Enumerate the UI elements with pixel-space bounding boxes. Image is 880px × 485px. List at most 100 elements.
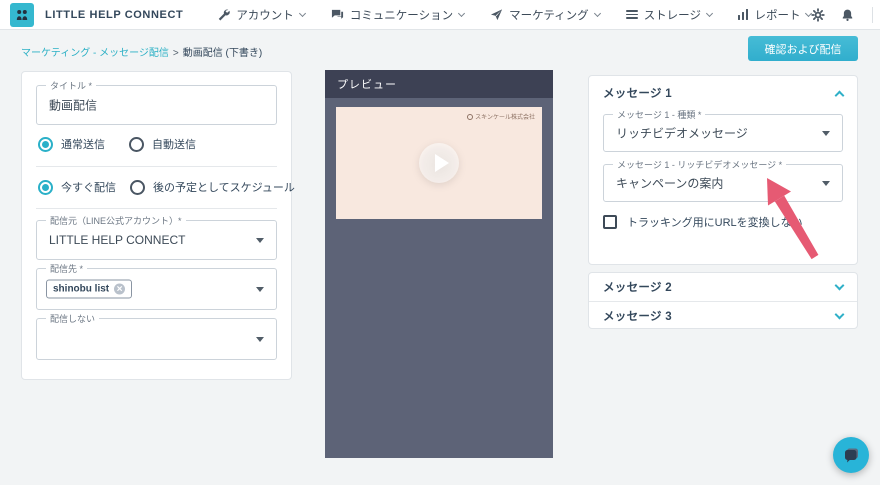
breadcrumb-link[interactable]: マーケティング - メッセージ配信 (21, 48, 169, 59)
play-button[interactable] (419, 143, 459, 183)
brand-name: LITTLE HELP CONNECT (45, 9, 183, 21)
chevron-down-icon[interactable] (835, 309, 845, 319)
preview-panel: プレビュー スキンケール株式会社 (325, 70, 553, 458)
radio-auto-send[interactable]: 自動送信 (129, 136, 196, 152)
storage-list-icon (626, 10, 638, 19)
message1-type-select[interactable]: メッセージ 1 - 種類 * リッチビデオメッセージ (603, 114, 843, 152)
badge-logo-icon (467, 114, 473, 120)
exclude-select-label: 配信しない (46, 312, 99, 325)
close-icon[interactable]: ✕ (114, 284, 125, 295)
message1-title: メッセージ 1 (603, 85, 672, 101)
play-icon (435, 154, 449, 172)
report-chart-icon (738, 9, 749, 20)
chevron-up-icon[interactable] (835, 90, 845, 100)
nav-item-storage[interactable]: ストレージ (626, 7, 712, 23)
title-field[interactable]: タイトル * 動画配信 (36, 85, 277, 125)
recipient-select[interactable]: 配信先 * shinobu list ✕ (36, 268, 277, 310)
timing-radio-group: 今すぐ配信 後の予定としてスケジュール (38, 179, 295, 195)
tracking-checkbox-row[interactable]: トラッキング用にURLを変換しない (603, 214, 803, 230)
confirm-and-send-button[interactable]: 確認および配信 (748, 36, 858, 61)
preview-title: プレビュー (337, 76, 397, 92)
chat-bubble-icon (331, 8, 344, 21)
radio-unselected-icon (130, 180, 145, 195)
checkbox-unchecked-icon[interactable] (603, 215, 617, 229)
title-field-value: 動画配信 (49, 97, 97, 114)
tracking-checkbox-label: トラッキング用にURLを変換しない (627, 214, 803, 230)
recipient-chip-label: shinobu list (53, 284, 109, 295)
chevron-down-icon[interactable] (835, 280, 845, 290)
nav-item-report[interactable]: レポート (738, 7, 812, 23)
message1-content-label: メッセージ 1 - リッチビデオメッセージ * (613, 158, 786, 171)
caret-down-icon (256, 337, 264, 342)
radio-normal-send[interactable]: 通常送信 (38, 136, 105, 152)
video-overlay-badge: スキンケール株式会社 (467, 112, 535, 121)
message1-card: メッセージ 1 メッセージ 1 - 種類 * リッチビデオメッセージ メッセージ… (588, 75, 858, 265)
bell-icon (841, 8, 854, 22)
nav-item-label: レポート (754, 7, 800, 23)
sender-select-value: LITTLE HELP CONNECT (49, 233, 185, 247)
chevron-down-icon (594, 9, 601, 16)
radio-selected-icon (38, 180, 53, 195)
radio-unselected-icon (129, 137, 144, 152)
page: LITTLE HELP CONNECT アカウント コミュニケーション (0, 0, 880, 485)
radio-schedule-later[interactable]: 後の予定としてスケジュール (130, 179, 295, 195)
caret-down-icon (256, 238, 264, 243)
nav-item-label: マーケティング (509, 7, 589, 23)
divider (36, 208, 277, 209)
navbar-right (811, 4, 880, 26)
radio-label: 今すぐ配信 (61, 179, 116, 195)
recipient-chip[interactable]: shinobu list ✕ (46, 280, 132, 299)
brand-logo-icon[interactable] (10, 3, 34, 27)
notifications-button[interactable] (841, 8, 854, 22)
send-type-radio-group: 通常送信 自動送信 (38, 136, 196, 152)
message1-type-label: メッセージ 1 - 種類 * (613, 108, 705, 121)
wrench-icon (217, 8, 230, 21)
nav-item-label: アカウント (236, 7, 294, 23)
navbar-menu: アカウント コミュニケーション マーケティング ストレージ (217, 7, 811, 23)
recipient-select-label: 配信先 * (46, 262, 87, 275)
radio-label: 後の予定としてスケジュール (153, 179, 295, 195)
chevron-down-icon (706, 9, 713, 16)
nav-item-label: コミュニケーション (350, 7, 453, 23)
radio-label: 通常送信 (61, 136, 105, 152)
top-navbar: LITTLE HELP CONNECT アカウント コミュニケーション (0, 0, 880, 30)
breadcrumb: マーケティング - メッセージ配信 > 動画配信 (下書き) (21, 44, 262, 59)
message-list-card: メッセージ 2 メッセージ 3 (588, 272, 858, 329)
caret-down-icon (822, 131, 830, 136)
radio-selected-icon (38, 137, 53, 152)
nav-item-account[interactable]: アカウント (217, 7, 305, 23)
badge-text: スキンケール株式会社 (475, 112, 535, 121)
chevron-down-icon (299, 9, 306, 16)
breadcrumb-current: 動画配信 (下書き) (183, 48, 262, 59)
radio-send-now[interactable]: 今すぐ配信 (38, 179, 116, 195)
chat-widget-icon (841, 445, 861, 465)
settings-button[interactable] (811, 8, 825, 22)
message1-content-select[interactable]: メッセージ 1 - リッチビデオメッセージ * キャンペーンの案内 (603, 164, 843, 202)
message1-content-value: キャンペーンの案内 (616, 175, 723, 192)
message3-title: メッセージ 3 (603, 308, 672, 324)
video-thumbnail[interactable]: スキンケール株式会社 (336, 107, 542, 219)
nav-item-communication[interactable]: コミュニケーション (331, 7, 464, 23)
sender-select[interactable]: 配信元（LINE公式アカウント）* LITTLE HELP CONNECT (36, 220, 277, 260)
navbar-divider (872, 7, 873, 23)
radio-label: 自動送信 (152, 136, 196, 152)
message1-type-value: リッチビデオメッセージ (616, 125, 748, 142)
people-glyph-icon (14, 7, 30, 23)
chevron-down-icon (458, 9, 465, 16)
delivery-settings-card: タイトル * 動画配信 通常送信 自動送信 今すぐ配信 後の予定としてスケジュー… (21, 71, 292, 380)
nav-item-marketing[interactable]: マーケティング (490, 7, 600, 23)
message2-header[interactable]: メッセージ 2 (589, 273, 857, 301)
breadcrumb-separator: > (173, 48, 179, 59)
nav-item-label: ストレージ (644, 7, 701, 23)
caret-down-icon (256, 287, 264, 292)
divider (36, 166, 277, 167)
preview-header: プレビュー (325, 70, 553, 98)
message1-header[interactable]: メッセージ 1 (589, 76, 857, 110)
exclude-select[interactable]: 配信しない (36, 318, 277, 360)
title-field-label: タイトル * (46, 79, 96, 92)
caret-down-icon (822, 181, 830, 186)
send-icon (490, 8, 503, 21)
message2-title: メッセージ 2 (603, 279, 672, 295)
chat-widget-button[interactable] (833, 437, 869, 473)
message3-header[interactable]: メッセージ 3 (589, 302, 857, 330)
